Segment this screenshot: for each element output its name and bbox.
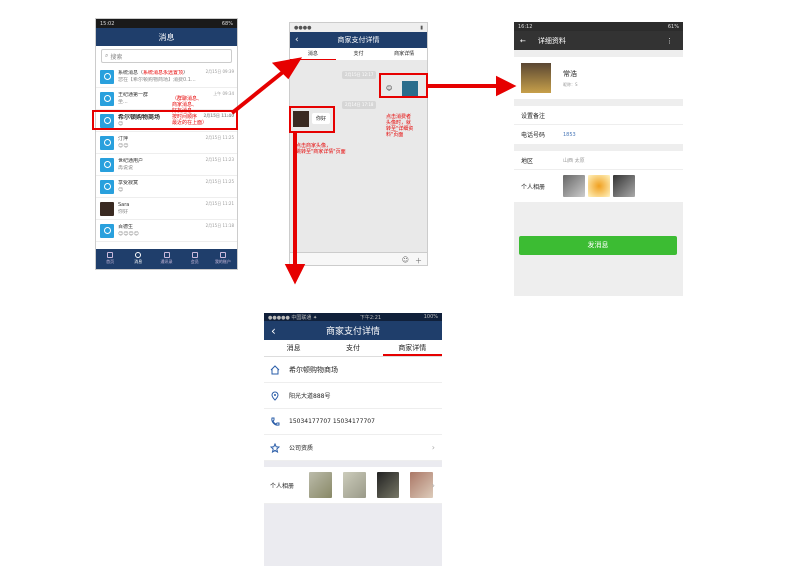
arrow-to-chat bbox=[230, 66, 290, 115]
arrow-head bbox=[284, 264, 306, 285]
flow-arrows bbox=[230, 57, 517, 285]
arrow-head bbox=[496, 75, 517, 97]
